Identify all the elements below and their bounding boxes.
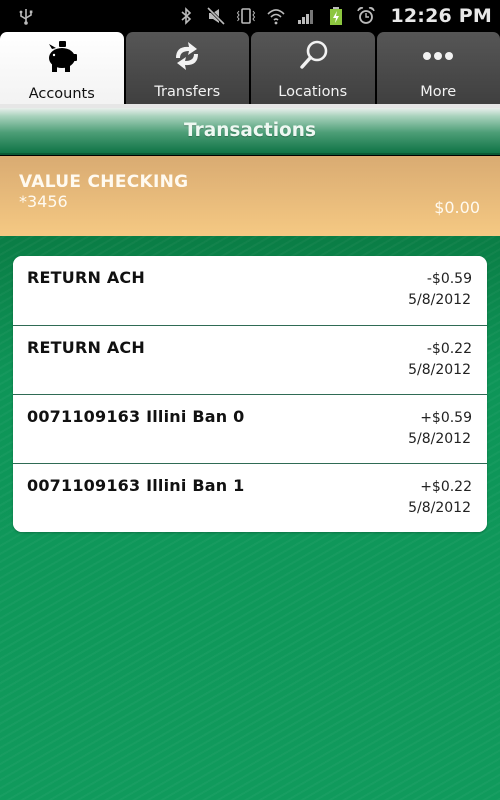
tab-more[interactable]: More bbox=[376, 32, 500, 106]
tab-locations[interactable]: Locations bbox=[251, 32, 375, 106]
transaction-date: 5/8/2012 bbox=[408, 500, 471, 516]
more-dots-icon bbox=[423, 52, 454, 60]
search-icon bbox=[300, 40, 328, 69]
tab-label: Transfers bbox=[154, 84, 221, 100]
transaction-amount: -$0.59 bbox=[426, 271, 472, 287]
account-name: VALUE CHECKING bbox=[19, 172, 189, 192]
content-area: RETURN ACH -$0.59 5/8/2012 RETURN ACH -$… bbox=[0, 236, 500, 800]
transaction-amount: -$0.22 bbox=[426, 341, 472, 357]
usb-icon bbox=[19, 9, 33, 25]
transaction-description: RETURN ACH bbox=[27, 338, 145, 357]
transaction-description: 0071109163 Illini Ban 0 bbox=[27, 407, 245, 426]
alarm-icon bbox=[357, 7, 376, 24]
bluetooth-icon bbox=[181, 7, 192, 25]
transaction-amount: +$0.22 bbox=[420, 479, 472, 495]
clock: 12:26 PM bbox=[390, 5, 492, 27]
transaction-date: 5/8/2012 bbox=[408, 362, 471, 378]
piggy-bank-icon bbox=[48, 41, 77, 72]
signal-icon bbox=[298, 10, 314, 24]
transaction-date: 5/8/2012 bbox=[408, 292, 471, 308]
tab-bar: Accounts Transfers Locations More bbox=[0, 32, 500, 108]
vibrate-icon bbox=[237, 8, 256, 24]
title-bar: Transactions bbox=[0, 108, 500, 155]
transfer-arrows-icon bbox=[176, 42, 199, 70]
transaction-description: RETURN ACH bbox=[27, 268, 145, 287]
battery-charging-icon bbox=[330, 7, 343, 25]
transaction-row[interactable]: 0071109163 Illini Ban 0 +$0.59 5/8/2012 bbox=[13, 394, 487, 463]
transaction-description: 0071109163 Illini Ban 1 bbox=[27, 476, 245, 495]
transaction-row[interactable]: RETURN ACH -$0.22 5/8/2012 bbox=[13, 325, 487, 394]
wifi-icon bbox=[267, 9, 286, 25]
account-balance: $0.00 bbox=[434, 198, 480, 217]
transaction-row[interactable]: 0071109163 Illini Ban 1 +$0.22 5/8/2012 bbox=[13, 463, 487, 532]
transaction-date: 5/8/2012 bbox=[408, 431, 471, 447]
tab-accounts[interactable]: Accounts bbox=[0, 32, 124, 108]
status-bar: 12:26 PM bbox=[0, 0, 500, 32]
tab-label: Locations bbox=[278, 84, 348, 100]
transaction-amount: +$0.59 bbox=[420, 410, 472, 426]
account-summary[interactable]: VALUE CHECKING *3456 $0.00 bbox=[0, 156, 500, 236]
tab-label: More bbox=[420, 84, 457, 100]
page-title: Transactions bbox=[184, 120, 316, 141]
tab-transfers[interactable]: Transfers bbox=[125, 32, 249, 106]
transaction-list: RETURN ACH -$0.59 5/8/2012 RETURN ACH -$… bbox=[13, 256, 487, 532]
account-number: *3456 bbox=[19, 192, 68, 211]
mute-icon bbox=[207, 6, 226, 26]
transaction-row[interactable]: RETURN ACH -$0.59 5/8/2012 bbox=[13, 256, 487, 325]
tab-label: Accounts bbox=[28, 86, 95, 102]
